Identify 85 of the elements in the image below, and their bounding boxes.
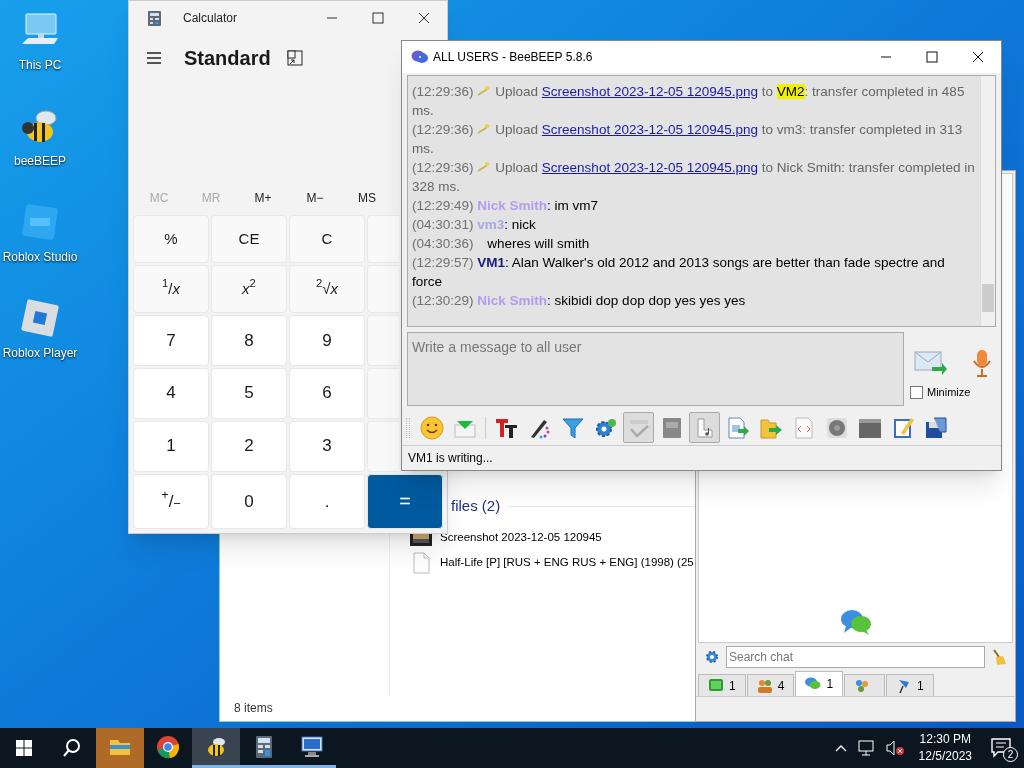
chat-message: (12:29:36) Upload Screenshot 2023-12-05 120945.png to Nick Smith: transfer completed in 328 ms. xyxy=(412,159,976,196)
calculator-key[interactable]: 6 xyxy=(289,367,365,419)
calculator-key[interactable]: 5 xyxy=(211,367,287,419)
chat-message: (12:29:36) Upload Screenshot 2023-12-05 120945.png to VM2: transfer completed in 485 ms. xyxy=(412,83,966,120)
checkbox[interactable] xyxy=(910,386,923,400)
chrome-icon xyxy=(156,734,180,759)
file-link[interactable]: Screenshot 2023-12-05 120945.png xyxy=(541,84,758,99)
chevron-up-icon[interactable] xyxy=(833,743,848,753)
calculator-icon xyxy=(148,10,161,26)
remote-desktop-icon xyxy=(300,734,324,759)
window-title: ALL USERS - BeeBEEP 5.8.6 xyxy=(433,49,593,66)
chat-message: (12:30:29) Nick Smith: skibidi dop dop dop yes yes yes xyxy=(412,292,747,310)
search-field[interactable]: Search chat xyxy=(726,646,985,668)
calculator-key[interactable]: 9 xyxy=(289,314,365,366)
chat-bubbles-icon xyxy=(839,608,872,636)
calculator-key[interactable]: x$^{2}$ xyxy=(211,264,287,313)
calculator-key[interactable]: % xyxy=(133,215,209,263)
calculator-key[interactable]: C xyxy=(289,215,365,263)
notification-badge: 2 xyxy=(1003,747,1018,762)
memory-button[interactable]: M− xyxy=(289,183,341,213)
file-link[interactable]: Screenshot 2023-12-05 120945.png xyxy=(541,122,758,137)
smiley-icon xyxy=(419,415,444,440)
calculator-key[interactable]: 1 xyxy=(133,420,209,472)
highlighted-name: VM2 xyxy=(776,84,805,99)
calculator-key[interactable]: 3 xyxy=(289,420,365,472)
chat-message: (04:30:36) wheres will smith xyxy=(412,235,591,253)
equals-button[interactable]: = xyxy=(367,473,443,529)
clock[interactable]: 12:30 PM 12/5/2023 xyxy=(910,731,980,765)
calculator-key[interactable]: . xyxy=(289,473,365,529)
keep-on-top-icon[interactable] xyxy=(286,50,303,66)
calculator-key[interactable]: $^{2}$√x xyxy=(289,264,365,313)
calculator-key[interactable]: 2 xyxy=(211,420,287,472)
people-icon xyxy=(756,677,773,694)
calculator-key[interactable]: 4 xyxy=(133,367,209,419)
group-icon xyxy=(854,677,871,694)
notifications-button[interactable]: 2 xyxy=(980,728,1024,768)
file-link[interactable]: Screenshot 2023-12-05 120945.png xyxy=(541,160,758,175)
file-item[interactable]: Half-Life [P] [RUS + ENG RUS + ENG] (1998) (25 xyxy=(410,550,695,575)
calculator-key[interactable]: 0 xyxy=(211,473,287,529)
funnel-icon xyxy=(560,415,585,440)
calculator-key[interactable]: CE xyxy=(211,215,287,263)
checkbox-label[interactable]: Minimize xyxy=(927,384,971,401)
microphone-icon[interactable] xyxy=(972,349,992,378)
chat-message: (12:29:36) Upload Screenshot 2023-12-05 120945.png to vm3: transfer completed in 313 ms. xyxy=(412,121,964,158)
taskbar-button[interactable] xyxy=(192,728,240,768)
tab[interactable]: 4 xyxy=(746,674,795,696)
document-arrow-icon xyxy=(725,415,750,440)
upload-icon xyxy=(477,85,492,97)
chat-bubbles-icon xyxy=(805,676,822,692)
status-text: VM1 is writing... xyxy=(408,450,493,468)
message-icon xyxy=(991,738,1013,758)
calculator-key[interactable]: $^{+}$/$_{−}$ xyxy=(133,473,209,529)
message-field[interactable]: Write a message to all user xyxy=(407,332,904,407)
windows-icon xyxy=(16,740,32,756)
calculator-key[interactable]: $^{1}$/x xyxy=(133,264,209,313)
chat-message: (12:29:57) VM1: Alan Walker's old 2012 and 2013 songs are better than fade spectre and force xyxy=(412,254,946,291)
scrollbar[interactable] xyxy=(980,76,995,327)
chat-message: (12:29:49) Nick Smith: im vm7 xyxy=(412,197,600,215)
memory-button[interactable]: MS xyxy=(341,183,393,213)
computer-icon xyxy=(708,677,724,694)
tab[interactable]: 1 xyxy=(795,671,844,696)
tab[interactable] xyxy=(844,674,886,696)
muted-speaker-icon[interactable] xyxy=(885,740,906,756)
memory-button[interactable]: M+ xyxy=(237,183,289,213)
mode-title: Standard xyxy=(184,46,271,71)
desktop-icon-label[interactable]: Roblox Player xyxy=(2,344,78,362)
broom-icon[interactable] xyxy=(991,648,1007,666)
group-header[interactable]: files (2) xyxy=(451,494,501,518)
record-icon xyxy=(824,415,849,440)
chat-bubbles-icon xyxy=(411,49,429,65)
search-icon xyxy=(62,738,82,758)
window-title: Calculator xyxy=(183,10,238,27)
tab[interactable]: 1 xyxy=(698,674,746,696)
network-icon[interactable] xyxy=(857,740,876,756)
status-text: 8 items xyxy=(234,700,273,717)
calculator-key[interactable]: 8 xyxy=(211,314,287,366)
tab[interactable]: 1 xyxy=(886,674,934,696)
menu-icon[interactable] xyxy=(146,51,162,65)
settings-icon[interactable] xyxy=(704,649,720,665)
save-icon xyxy=(923,415,948,440)
upload-icon xyxy=(477,161,492,173)
chat-message: (04:30:31) vm3: nick xyxy=(412,216,537,234)
upload-icon xyxy=(477,123,492,135)
calculator-key[interactable]: 7 xyxy=(133,314,209,366)
document-icon xyxy=(410,551,432,574)
